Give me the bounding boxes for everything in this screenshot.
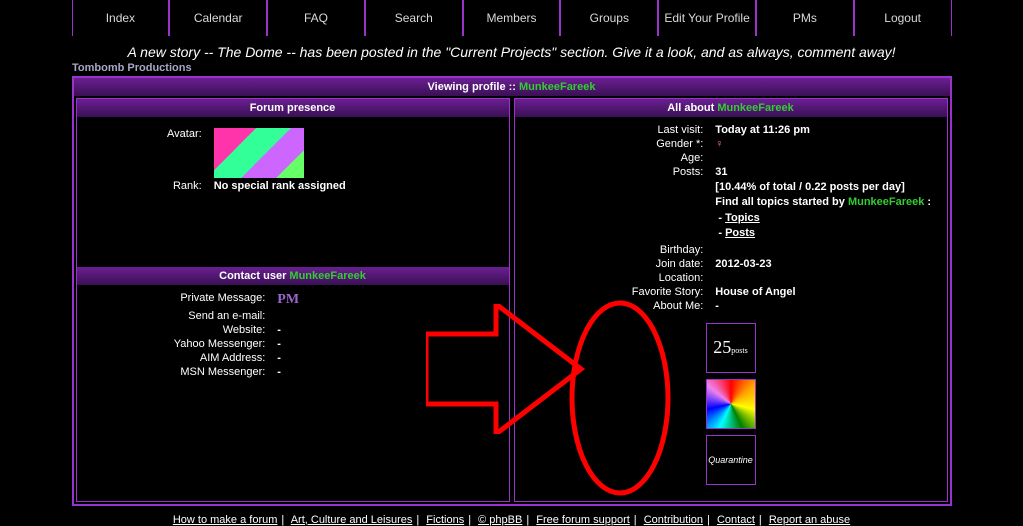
age-value (709, 152, 942, 164)
topics-link[interactable]: Topics (725, 212, 760, 224)
aboutme-label: About Me: (519, 300, 710, 312)
aim-label: AIM Address: (81, 352, 272, 364)
badge-25-posts: 25posts (706, 323, 756, 373)
age-label: Age: (519, 152, 710, 164)
left-column: Forum presence Avatar: Rank: No special … (76, 98, 510, 502)
avatar-label: Avatar: (81, 128, 208, 178)
rank-label: Rank: (81, 180, 208, 192)
posts-value: 31 (709, 166, 942, 178)
footer: How to make a forum| Art, Culture and Le… (0, 514, 1023, 526)
footer-link-make-forum[interactable]: How to make a forum (173, 514, 278, 526)
birthday-value (709, 244, 942, 256)
joindate-value: 2012-03-23 (709, 258, 942, 270)
lastvisit-label: Last visit: (519, 124, 710, 136)
panel-header: Viewing profile :: MunkeeFareek (74, 78, 950, 96)
profile-panel: Viewing profile :: MunkeeFareek Forum pr… (72, 76, 952, 506)
nav-edit-profile[interactable]: Edit Your Profile (658, 0, 756, 36)
contact-header: Contact user MunkeeFareek (77, 267, 509, 285)
announcement-text: A new story -- The Dome -- has been post… (32, 44, 992, 60)
profile-username[interactable]: MunkeeFareek (519, 81, 595, 93)
favstory-value: House of Angel (709, 286, 942, 298)
nav-logout[interactable]: Logout (854, 0, 952, 36)
msn-value: - (271, 366, 504, 378)
posts-link[interactable]: Posts (725, 227, 755, 239)
nav-index[interactable]: Index (72, 0, 170, 36)
location-label: Location: (519, 272, 710, 284)
nav-members[interactable]: Members (463, 0, 561, 36)
footer-link-contribution[interactable]: Contribution (644, 514, 703, 526)
aboutme-value: - (709, 300, 942, 312)
footer-link-phpbb[interactable]: © phpBB (478, 514, 522, 526)
nav-search[interactable]: Search (365, 0, 463, 36)
badge-quarantine: Quarantine (706, 435, 756, 485)
nav-calendar[interactable]: Calendar (169, 0, 267, 36)
location-value (709, 272, 942, 284)
footer-link-report[interactable]: Report an abuse (769, 514, 850, 526)
joindate-label: Join date: (519, 258, 710, 270)
footer-link-fictions[interactable]: Fictions (426, 514, 464, 526)
msn-label: MSN Messenger: (81, 366, 272, 378)
posts-label: Posts: (519, 166, 710, 178)
forum-presence-header: Forum presence (77, 99, 509, 117)
website-label: Website: (81, 324, 272, 336)
nav-groups[interactable]: Groups (560, 0, 658, 36)
pm-label: Private Message: (81, 292, 272, 308)
favstory-label: Favorite Story: (519, 286, 710, 298)
posts-stats: [10.44% of total / 0.22 posts per day] (715, 180, 942, 195)
site-name[interactable]: Tombomb Productions (72, 62, 1023, 74)
aim-value: - (271, 352, 504, 364)
rank-value: No special rank assigned (208, 180, 505, 192)
right-column: All about MunkeeFareek Last visit:Today … (514, 98, 948, 502)
birthday-label: Birthday: (519, 244, 710, 256)
footer-link-support[interactable]: Free forum support (536, 514, 630, 526)
footer-link-art[interactable]: Art, Culture and Leisures (291, 514, 413, 526)
find-topics-user[interactable]: MunkeeFareek (848, 196, 924, 208)
yahoo-label: Yahoo Messenger: (81, 338, 272, 350)
nav-faq[interactable]: FAQ (267, 0, 365, 36)
website-value: - (271, 324, 504, 336)
avatar-image (214, 128, 304, 178)
footer-link-contact[interactable]: Contact (717, 514, 755, 526)
top-nav: Index Calendar FAQ Search Members Groups… (72, 0, 952, 36)
gender-label: Gender *: (519, 138, 710, 150)
email-label: Send an e-mail: (81, 310, 272, 322)
all-about-header: All about MunkeeFareek (515, 99, 947, 117)
nav-pms[interactable]: PMs (756, 0, 854, 36)
pm-button[interactable]: PM (277, 292, 299, 307)
yahoo-value: - (271, 338, 504, 350)
badge-rainbow (706, 379, 756, 429)
badge-list: 25posts Quarantine (701, 323, 761, 485)
lastvisit-value: Today at 11:26 pm (709, 124, 942, 136)
female-icon: ♀ (715, 138, 723, 150)
